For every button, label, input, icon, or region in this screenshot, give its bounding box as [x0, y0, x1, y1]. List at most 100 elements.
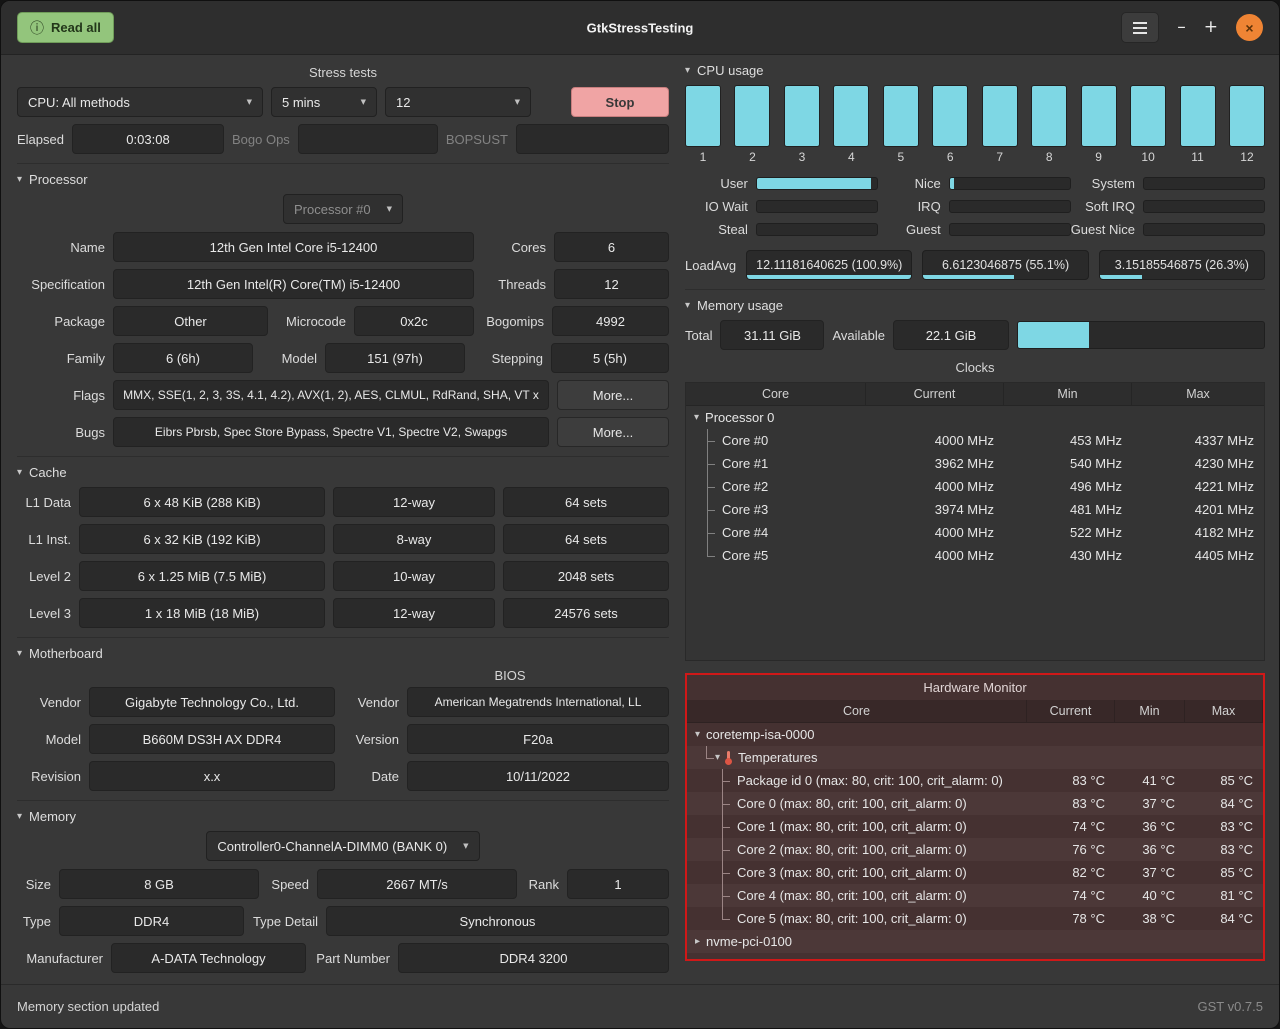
bios-date-field[interactable]: 10/11/2022 — [407, 761, 669, 791]
zoom-button[interactable]: + — [1204, 19, 1218, 36]
stepping-field[interactable]: 5 (5h) — [551, 343, 669, 373]
hwmon-row-core3[interactable]: Core 3 (max: 80, crit: 100, crit_alarm: … — [687, 861, 1263, 884]
processor-selector-dropdown[interactable]: Processor #0 ▼ — [283, 194, 403, 224]
cpu-core-bars: 1 2 3 4 5 6 7 8 9 10 11 12 — [685, 85, 1265, 164]
cache-size-field[interactable]: 1 x 18 MiB (18 MiB) — [79, 598, 325, 628]
rank-field[interactable]: 1 — [567, 869, 669, 899]
cores-field[interactable]: 6 — [554, 232, 669, 262]
processor-expander[interactable]: ▾ Processor — [17, 172, 669, 187]
clocks-col-max[interactable]: Max — [1132, 383, 1264, 405]
stress-workers-dropdown[interactable]: 12 ▼ — [385, 87, 531, 117]
hwmon-row-core4[interactable]: Core 4 (max: 80, crit: 100, crit_alarm: … — [687, 884, 1263, 907]
expander-open-icon: ▾ — [17, 467, 22, 478]
processor-package-row: Package Other Microcode 0x2c Bogomips 49… — [17, 306, 669, 336]
type-field[interactable]: DDR4 — [59, 906, 244, 936]
type-detail-field[interactable]: Synchronous — [326, 906, 669, 936]
bios-version-field[interactable]: F20a — [407, 724, 669, 754]
family-field[interactable]: 6 (6h) — [113, 343, 253, 373]
motherboard-expander[interactable]: ▾ Motherboard — [17, 646, 669, 661]
part-number-field[interactable]: DDR4 3200 — [398, 943, 669, 973]
processor-name-field[interactable]: 12th Gen Intel Core i5-12400 — [113, 232, 474, 262]
hwmon-col-current[interactable]: Current — [1027, 700, 1115, 722]
meter-steal: Steal — [685, 222, 878, 237]
hwmon-col-min[interactable]: Min — [1115, 700, 1185, 722]
threads-field[interactable]: 12 — [554, 269, 669, 299]
stop-button[interactable]: Stop — [571, 87, 669, 117]
read-all-button[interactable]: ⓘ Read all — [17, 12, 114, 43]
flags-field[interactable]: MMX, SSE(1, 2, 3, 3S, 4.1, 4.2), AVX(1, … — [113, 380, 549, 410]
hwmon-chip-row[interactable]: ▾ coretemp-isa-0000 — [687, 723, 1263, 746]
clocks-row-core5[interactable]: Core #5 4000 MHz 430 MHz 4405 MHz — [686, 544, 1264, 567]
bios-date-label: Date — [343, 769, 399, 784]
size-field[interactable]: 8 GB — [59, 869, 259, 899]
specification-field[interactable]: 12th Gen Intel(R) Core(TM) i5-12400 — [113, 269, 474, 299]
hwmon-chip-label: coretemp-isa-0000 — [706, 727, 814, 742]
bugs-field[interactable]: Eibrs Pbrsb, Spec Store Bypass, Spectre … — [113, 417, 549, 447]
hwmon-row-core2[interactable]: Core 2 (max: 80, crit: 100, crit_alarm: … — [687, 838, 1263, 861]
clocks-col-current[interactable]: Current — [866, 383, 1004, 405]
hwmon-row-package[interactable]: Package id 0 (max: 80, crit: 100, crit_a… — [687, 769, 1263, 792]
clocks-col-core[interactable]: Core — [686, 383, 866, 405]
cache-ways-field[interactable]: 12-way — [333, 598, 495, 628]
part-number-label: Part Number — [314, 951, 390, 966]
flags-more-button[interactable]: More... — [557, 380, 669, 410]
cpu-usage-expander[interactable]: ▾ CPU usage — [685, 63, 1265, 78]
stress-method-dropdown[interactable]: CPU: All methods ▼ — [17, 87, 263, 117]
hwmon-row-core1[interactable]: Core 1 (max: 80, crit: 100, crit_alarm: … — [687, 815, 1263, 838]
clocks-row-core4[interactable]: Core #4 4000 MHz 522 MHz 4182 MHz — [686, 521, 1264, 544]
available-label: Available — [832, 328, 885, 343]
cache-sets-field[interactable]: 64 sets — [503, 487, 669, 517]
minimize-button[interactable]: – — [1177, 19, 1186, 36]
cache-sets-field[interactable]: 24576 sets — [503, 598, 669, 628]
model-field[interactable]: 151 (97h) — [325, 343, 465, 373]
clocks-row-core1[interactable]: Core #1 3962 MHz 540 MHz 4230 MHz — [686, 452, 1264, 475]
hwmon-row-core0[interactable]: Core 0 (max: 80, crit: 100, crit_alarm: … — [687, 792, 1263, 815]
elapsed-field[interactable]: 0:03:08 — [72, 124, 224, 154]
bogo-ops-field[interactable] — [298, 124, 438, 154]
bogomips-field[interactable]: 4992 — [552, 306, 669, 336]
hwmon-nvme-row[interactable]: ▸ nvme-pci-0100 — [687, 930, 1263, 953]
available-field[interactable]: 22.1 GiB — [893, 320, 1009, 350]
microcode-label: Microcode — [276, 314, 346, 329]
stress-duration-dropdown[interactable]: 5 mins ▼ — [271, 87, 377, 117]
memory-expander[interactable]: ▾ Memory — [17, 809, 669, 824]
clocks-row-core3[interactable]: Core #3 3974 MHz 481 MHz 4201 MHz — [686, 498, 1264, 521]
memory-usage-header-label: Memory usage — [697, 298, 783, 313]
processor-family-row: Family 6 (6h) Model 151 (97h) Stepping 5… — [17, 343, 669, 373]
clocks-row-core0[interactable]: Core #0 4000 MHz 453 MHz 4337 MHz — [686, 429, 1264, 452]
bios-vendor-field[interactable]: American Megatrends International, LL — [407, 687, 669, 717]
memory-usage-expander[interactable]: ▾ Memory usage — [685, 298, 1265, 313]
manufacturer-field[interactable]: A-DATA Technology — [111, 943, 306, 973]
cache-sets-field[interactable]: 64 sets — [503, 524, 669, 554]
meter-nice: Nice — [878, 176, 1071, 191]
mb-vendor-field[interactable]: Gigabyte Technology Co., Ltd. — [89, 687, 335, 717]
cache-ways-field[interactable]: 8-way — [333, 524, 495, 554]
clocks-col-min[interactable]: Min — [1004, 383, 1132, 405]
speed-field[interactable]: 2667 MT/s — [317, 869, 517, 899]
dimm-selector-dropdown[interactable]: Controller0-ChannelA-DIMM0 (BANK 0) ▼ — [206, 831, 479, 861]
total-field[interactable]: 31.11 GiB — [720, 320, 824, 350]
cache-ways-field[interactable]: 10-way — [333, 561, 495, 591]
microcode-field[interactable]: 0x2c — [354, 306, 474, 336]
hwmon-col-max[interactable]: Max — [1185, 700, 1263, 722]
memory-size-row: Size 8 GB Speed 2667 MT/s Rank 1 — [17, 869, 669, 899]
cache-size-field[interactable]: 6 x 48 KiB (288 KiB) — [79, 487, 325, 517]
cache-sets-field[interactable]: 2048 sets — [503, 561, 669, 591]
bugs-more-button[interactable]: More... — [557, 417, 669, 447]
cache-ways-field[interactable]: 12-way — [333, 487, 495, 517]
close-button[interactable]: × — [1236, 14, 1263, 41]
cache-size-field[interactable]: 6 x 1.25 MiB (7.5 MiB) — [79, 561, 325, 591]
hwmon-temperatures-row[interactable]: ▾ Temperatures — [687, 746, 1263, 769]
clocks-group-row[interactable]: ▾ Processor 0 — [686, 406, 1264, 429]
package-field[interactable]: Other — [113, 306, 268, 336]
mb-model-field[interactable]: B660M DS3H AX DDR4 — [89, 724, 335, 754]
menu-button[interactable] — [1121, 12, 1159, 43]
clocks-row-core2[interactable]: Core #2 4000 MHz 496 MHz 4221 MHz — [686, 475, 1264, 498]
motherboard-revision-row: Revision x.x Date 10/11/2022 — [17, 761, 669, 791]
hwmon-row-core5[interactable]: Core 5 (max: 80, crit: 100, crit_alarm: … — [687, 907, 1263, 930]
mb-revision-field[interactable]: x.x — [89, 761, 335, 791]
hwmon-col-core[interactable]: Core — [687, 700, 1027, 722]
bopsust-field[interactable] — [516, 124, 669, 154]
cache-expander[interactable]: ▾ Cache — [17, 465, 669, 480]
cache-size-field[interactable]: 6 x 32 KiB (192 KiB) — [79, 524, 325, 554]
